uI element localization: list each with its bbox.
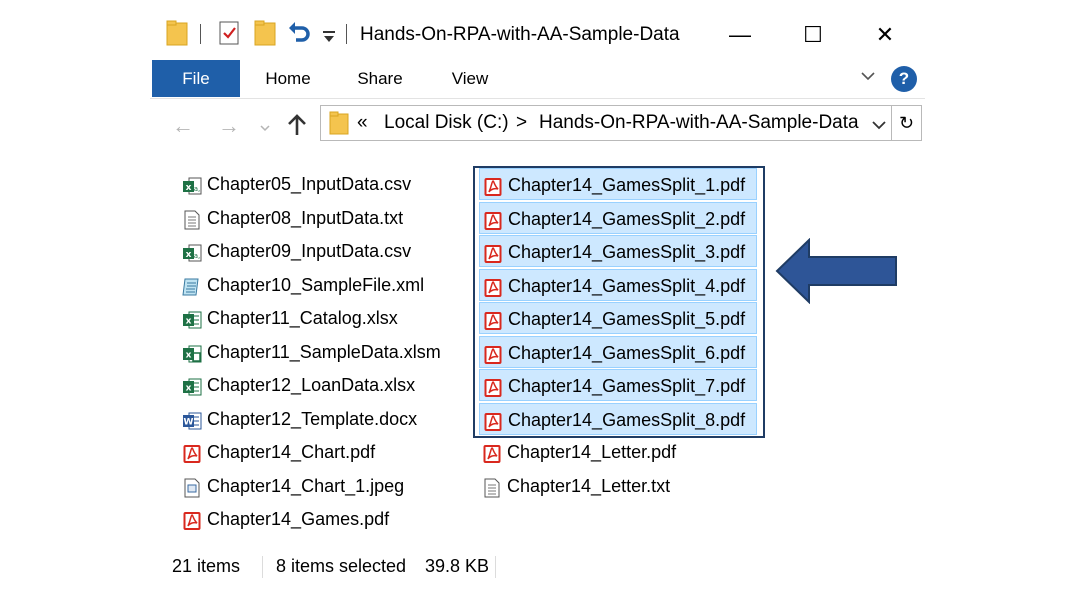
file-name: Chapter11_SampleData.xlsm: [207, 341, 441, 362]
pdf-icon: [182, 442, 202, 463]
new-folder-icon[interactable]: [254, 20, 276, 51]
xml-file-icon: [182, 275, 202, 295]
toolbar-divider: [200, 24, 201, 44]
svg-text:x: x: [186, 384, 192, 394]
file-item[interactable]: Chapter14_Letter.pdf: [479, 436, 757, 468]
file-name: Chapter05_InputData.csv: [207, 174, 412, 194]
address-bar[interactable]: « Local Disk (C:) > Hands-On-RPA-with-AA…: [320, 105, 892, 141]
text-file-icon: [182, 208, 202, 229]
expand-ribbon-chevron-icon[interactable]: [860, 69, 876, 88]
file-item[interactable]: Chapter14_Chart.pdf: [179, 436, 459, 468]
pdf-icon: [482, 442, 502, 463]
svg-text:x: x: [186, 183, 192, 193]
svg-text:x: x: [186, 317, 192, 327]
excel-csv-icon: x a,: [182, 241, 202, 262]
svg-text:x: x: [186, 250, 192, 260]
callout-arrow-icon: [775, 238, 897, 304]
file-name: Chapter10_SampleFile.xml: [207, 274, 425, 295]
window-title: Hands-On-RPA-with-AA-Sample-Data: [360, 24, 680, 45]
breadcrumb-current-folder[interactable]: Hands-On-RPA-with-AA-Sample-Data: [539, 112, 859, 134]
address-dropdown-chevron-icon[interactable]: [871, 118, 887, 136]
file-name: Chapter14_Chart_1.jpeg: [207, 475, 405, 496]
file-item[interactable]: Chapter14_Letter.txt: [479, 470, 757, 502]
word-icon: W: [182, 409, 202, 429]
status-selected-size: 39.8 KB: [425, 556, 490, 576]
file-item[interactable]: x Chapter12_LoanData.xlsx: [179, 369, 459, 401]
back-arrow-icon[interactable]: ←: [172, 112, 194, 140]
svg-text:x: x: [186, 350, 192, 360]
file-item[interactable]: x a, Chapter09_InputData.csv: [179, 235, 459, 267]
maximize-button[interactable]: ☐: [790, 14, 836, 56]
file-item[interactable]: Chapter10_SampleFile.xml: [179, 269, 459, 301]
folder-icon: [329, 111, 349, 140]
image-file-icon: [182, 476, 202, 497]
tab-view[interactable]: View: [440, 60, 500, 97]
svg-text:W: W: [184, 417, 194, 427]
file-name: Chapter12_Template.docx: [207, 408, 418, 429]
file-item[interactable]: W Chapter12_Template.docx: [179, 403, 459, 435]
file-name: Chapter14_Letter.txt: [507, 475, 671, 496]
properties-icon[interactable]: [218, 20, 240, 51]
status-divider: [495, 556, 496, 578]
file-item[interactable]: x a, Chapter05_InputData.csv: [179, 168, 459, 200]
recent-locations-chevron-icon[interactable]: [259, 114, 271, 142]
file-item[interactable]: x Chapter11_SampleData.xlsm: [179, 336, 459, 368]
excel-icon: x: [182, 375, 202, 396]
svg-text:a,: a,: [194, 252, 201, 260]
breadcrumb-separator[interactable]: >: [516, 112, 527, 134]
file-name: Chapter12_LoanData.xlsx: [207, 375, 416, 395]
up-arrow-icon[interactable]: [286, 113, 308, 144]
file-item[interactable]: Chapter08_InputData.txt: [179, 202, 459, 234]
selection-highlight-box: [473, 166, 765, 438]
excel-csv-icon: x a,: [182, 174, 202, 195]
file-item[interactable]: Chapter14_Chart_1.jpeg: [179, 470, 459, 502]
close-button[interactable]: ✕: [862, 14, 908, 56]
tab-share[interactable]: Share: [348, 60, 412, 97]
refresh-icon[interactable]: ↻: [892, 105, 922, 141]
excel-icon: x: [182, 308, 202, 329]
file-name: Chapter14_Chart.pdf: [207, 442, 376, 462]
file-name: Chapter14_Letter.pdf: [507, 442, 677, 462]
file-name: Chapter11_Catalog.xlsx: [207, 308, 398, 328]
tab-file[interactable]: File: [152, 60, 240, 97]
excel-macro-icon: x: [182, 342, 202, 362]
forward-arrow-icon[interactable]: →: [218, 112, 240, 140]
folder-icon[interactable]: [166, 20, 188, 51]
address-overflow[interactable]: «: [357, 112, 368, 134]
undo-icon[interactable]: [287, 20, 313, 51]
pdf-icon: [182, 509, 202, 530]
minimize-button[interactable]: —: [717, 14, 763, 56]
file-name: Chapter14_Games.pdf: [207, 509, 390, 529]
svg-text:a,: a,: [194, 185, 201, 193]
file-name: Chapter08_InputData.txt: [207, 207, 404, 228]
toolbar-divider: [346, 24, 347, 44]
file-item[interactable]: Chapter14_Games.pdf: [179, 503, 459, 535]
ribbon-tabs: File Home Share View ?: [150, 60, 925, 99]
breadcrumb-local-disk[interactable]: Local Disk (C:): [384, 112, 509, 134]
file-name: Chapter09_InputData.csv: [207, 241, 412, 261]
file-item[interactable]: x Chapter11_Catalog.xlsx: [179, 302, 459, 334]
help-button[interactable]: ?: [891, 66, 917, 92]
tab-home[interactable]: Home: [253, 60, 323, 97]
status-divider: [262, 556, 263, 578]
status-item-count: 21 items: [172, 556, 241, 576]
status-selected-count: 8 items selected: [276, 556, 407, 576]
title-bar: Hands-On-RPA-with-AA-Sample-Data — ☐ ✕: [150, 0, 925, 60]
customize-toolbar-chevron-icon[interactable]: [322, 30, 336, 49]
text-file-icon: [482, 476, 502, 497]
